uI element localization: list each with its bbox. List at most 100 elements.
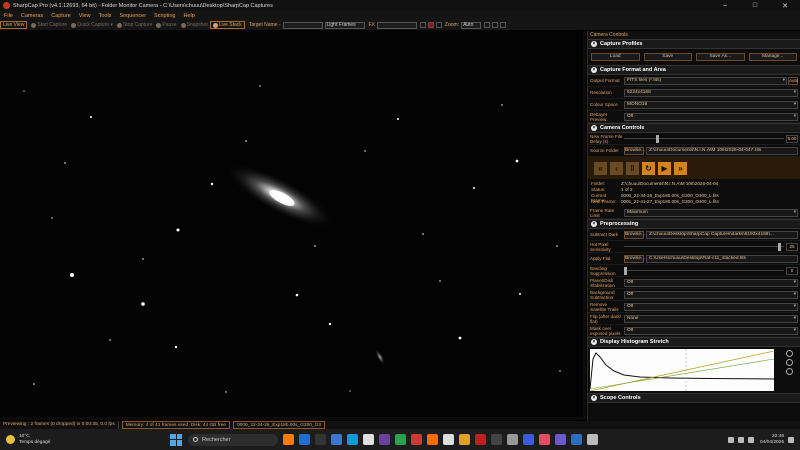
new-frame-delay-slider[interactable]: [624, 134, 784, 143]
app-icon-20[interactable]: [587, 434, 598, 445]
app-icon-13[interactable]: [475, 434, 486, 445]
viewer-vertical-scrollbar[interactable]: [583, 31, 586, 420]
save-profile-button[interactable]: Save: [643, 53, 692, 61]
auto-button[interactable]: Auto: [788, 76, 798, 85]
chevron-up-icon[interactable]: [727, 436, 734, 443]
banding-slider[interactable]: [624, 266, 784, 275]
histogram-panel[interactable]: [588, 347, 800, 393]
hot-pixel-slider[interactable]: [624, 242, 784, 251]
manage-profiles-button[interactable]: Manage...: [748, 53, 797, 61]
app-icon-6[interactable]: [363, 434, 374, 445]
menu-sequencer[interactable]: Sequencer: [115, 13, 150, 19]
collapse-icon[interactable]: ×: [591, 339, 597, 345]
app-icon-1[interactable]: [283, 434, 294, 445]
menu-scripting[interactable]: Scripting: [150, 13, 179, 19]
pause-icon[interactable]: ‖: [626, 161, 639, 175]
collapse-icon[interactable]: ×: [591, 125, 597, 131]
output-format-select[interactable]: FITS files (*.fits) ▾: [624, 76, 787, 85]
settings-icon[interactable]: [786, 368, 793, 375]
app-icon-16[interactable]: [523, 434, 534, 445]
quick-capture-button[interactable]: Quick Capture ▾: [69, 22, 115, 28]
image-viewer[interactable]: [0, 31, 586, 420]
minimize-button[interactable]: –: [710, 2, 740, 9]
maximize-button[interactable]: □: [740, 2, 770, 9]
menu-view[interactable]: View: [75, 13, 95, 19]
collapse-icon[interactable]: ×: [591, 395, 597, 401]
menu-help[interactable]: Help: [179, 13, 198, 19]
step-back-icon[interactable]: ‹: [610, 161, 623, 175]
menu-file[interactable]: File: [0, 13, 17, 19]
loop-icon[interactable]: ↻: [642, 161, 655, 175]
satellite-trails-select[interactable]: Off ▾: [624, 302, 798, 311]
teams-icon[interactable]: [379, 434, 390, 445]
menu-cameras[interactable]: Cameras: [17, 13, 47, 19]
settings-icon[interactable]: [507, 434, 518, 445]
collapse-icon[interactable]: ×: [591, 41, 597, 47]
source-folder-browse-button[interactable]: Browse...: [624, 146, 645, 155]
close-button[interactable]: ✕: [770, 2, 800, 10]
colour-space-select[interactable]: MONO16 ▾: [624, 100, 798, 109]
banding-value[interactable]: 0: [786, 266, 798, 275]
resolution-select[interactable]: 6224x4168 ▾: [624, 88, 798, 97]
notification-icon[interactable]: [788, 436, 794, 443]
clock[interactable]: 22:46 04/04/2026: [760, 434, 784, 446]
edge-icon[interactable]: [347, 434, 358, 445]
wifi-icon[interactable]: [737, 436, 744, 443]
app-icon-11[interactable]: [443, 434, 454, 445]
reset-stretch-icon[interactable]: [786, 359, 793, 366]
debayer-select[interactable]: Off ▾: [624, 112, 798, 121]
firefox-icon[interactable]: [427, 434, 438, 445]
auto-stretch-icon[interactable]: [786, 350, 793, 357]
camera-controls-header[interactable]: × Camera Controls: [588, 123, 800, 133]
weather-widget[interactable]: 10°C Temps dégagé: [0, 434, 80, 446]
app-icon-8[interactable]: [395, 434, 406, 445]
file-explorer-icon[interactable]: [331, 434, 342, 445]
volume-icon[interactable]: [747, 436, 754, 443]
app-icon-18[interactable]: [555, 434, 566, 445]
pause-button[interactable]: Pause: [154, 22, 178, 28]
taskbar-search[interactable]: Rechercher: [188, 433, 278, 446]
capture-profiles-header[interactable]: × Capture Profiles: [588, 39, 800, 49]
planet-disk-select[interactable]: Off ▾: [624, 278, 798, 287]
source-folder-field[interactable]: Z:\chuuu\Documents\N.I.N.A\M 106\2026-04…: [646, 146, 798, 155]
photoshop-icon[interactable]: [299, 434, 310, 445]
histogram-plot[interactable]: [590, 349, 774, 391]
app-icon-14[interactable]: [491, 434, 502, 445]
zoom-select[interactable]: Auto: [461, 21, 482, 29]
collapse-icon[interactable]: ×: [591, 67, 597, 73]
zoom-out-icon[interactable]: [492, 22, 499, 28]
subtract-dark-browse-button[interactable]: Browse...: [624, 230, 645, 239]
subtract-dark-select[interactable]: Z:\chuuu\Desktop\SharpCap Captures\darks…: [646, 230, 798, 239]
play-icon[interactable]: ▶: [658, 161, 671, 175]
collapse-icon[interactable]: ×: [591, 221, 597, 227]
mask-select[interactable]: Off ▾: [624, 326, 798, 335]
start-capture-button[interactable]: Start Capture: [29, 22, 69, 28]
histogram-header[interactable]: × Display Histogram Stretch: [588, 337, 800, 347]
flip-select[interactable]: None ▾: [624, 314, 798, 323]
live-stack-button[interactable]: Live Stack: [209, 21, 245, 29]
scope-controls-header[interactable]: × Scope Controls: [588, 393, 800, 403]
app-icon-17[interactable]: [539, 434, 550, 445]
app-icon-12[interactable]: [459, 434, 470, 445]
frame-type-select[interactable]: Light Frames: [324, 21, 365, 29]
menu-tools[interactable]: Tools: [95, 13, 116, 19]
background-subtraction-select[interactable]: Off ▾: [624, 290, 798, 299]
fx-select[interactable]: [376, 21, 417, 29]
apply-flat-select[interactable]: C:\Users\chuuu\Desktop\Flat-c11_stacked.…: [646, 254, 798, 263]
app-icon-19[interactable]: [571, 434, 582, 445]
windows-start-icon[interactable]: [170, 433, 182, 446]
frame-rate-select[interactable]: Maximum ▾: [624, 208, 798, 217]
preprocessing-header[interactable]: × Preprocessing: [588, 219, 800, 229]
snapshot-button[interactable]: Snapshot: [179, 22, 210, 28]
zoom-in-icon[interactable]: [484, 22, 491, 28]
grid-icon[interactable]: [419, 22, 426, 28]
rewind-icon[interactable]: «: [594, 161, 607, 175]
stop-capture-button[interactable]: Stop Capture: [115, 22, 154, 28]
save-as-profile-button[interactable]: Save As...: [696, 53, 745, 61]
overlay-icon[interactable]: [435, 22, 442, 28]
target-name-select[interactable]: [282, 21, 323, 29]
new-frame-delay-value[interactable]: 5.00: [786, 134, 798, 143]
skip-end-icon[interactable]: »: [674, 161, 687, 175]
live-view-button[interactable]: Live View: [0, 21, 28, 29]
app-icon-9[interactable]: [411, 434, 422, 445]
